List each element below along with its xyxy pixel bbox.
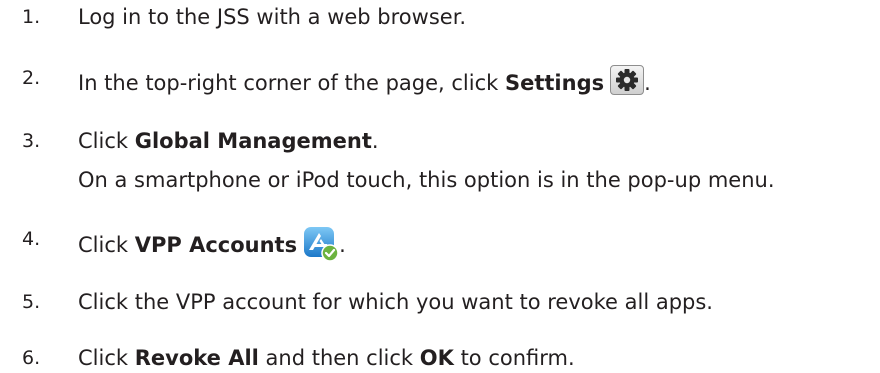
step-text-part: Click (78, 233, 135, 257)
step-text-part: Click (78, 129, 135, 153)
revoke-all-label: Revoke All (134, 346, 259, 370)
global-management-label: Global Management (134, 129, 372, 153)
app-store-check-icon (303, 226, 339, 262)
step-text: In the top-right corner of the page, cli… (78, 65, 651, 96)
step-text-part: Click the VPP account for which you want… (78, 290, 713, 314)
step-text-part: Click (78, 346, 135, 370)
step-text-part: and then click (258, 346, 420, 370)
step-text-part: . (339, 233, 346, 257)
step-text-part: Log in to the JSS with a web browser. (78, 5, 467, 29)
settings-label: Settings (504, 71, 605, 95)
step-text: Click Global Management. (78, 128, 379, 154)
vpp-accounts-label: VPP Accounts (134, 233, 298, 257)
step-text-part: . (644, 71, 651, 95)
step-number: 3. (22, 130, 41, 152)
step-text: Click the VPP account for which you want… (78, 289, 713, 315)
step-text: Click VPP Accounts . (78, 226, 346, 262)
step-text-part: . (371, 129, 379, 153)
step-number: 5. (22, 291, 41, 313)
step-text-part: to confirm. (453, 346, 575, 370)
step-text: Click Revoke All and then click OK to co… (78, 345, 575, 371)
step-text: Log in to the JSS with a web browser. (78, 4, 466, 30)
step-text-part: In the top-right corner of the page, cli… (78, 71, 505, 95)
step-number: 1. (22, 6, 41, 28)
step-note: On a smartphone or iPod touch, this opti… (78, 168, 775, 192)
step-number: 6. (22, 347, 41, 369)
step-number: 2. (22, 67, 41, 89)
step-number: 4. (22, 228, 41, 250)
ok-label: OK (419, 346, 454, 370)
gear-icon (610, 65, 645, 95)
